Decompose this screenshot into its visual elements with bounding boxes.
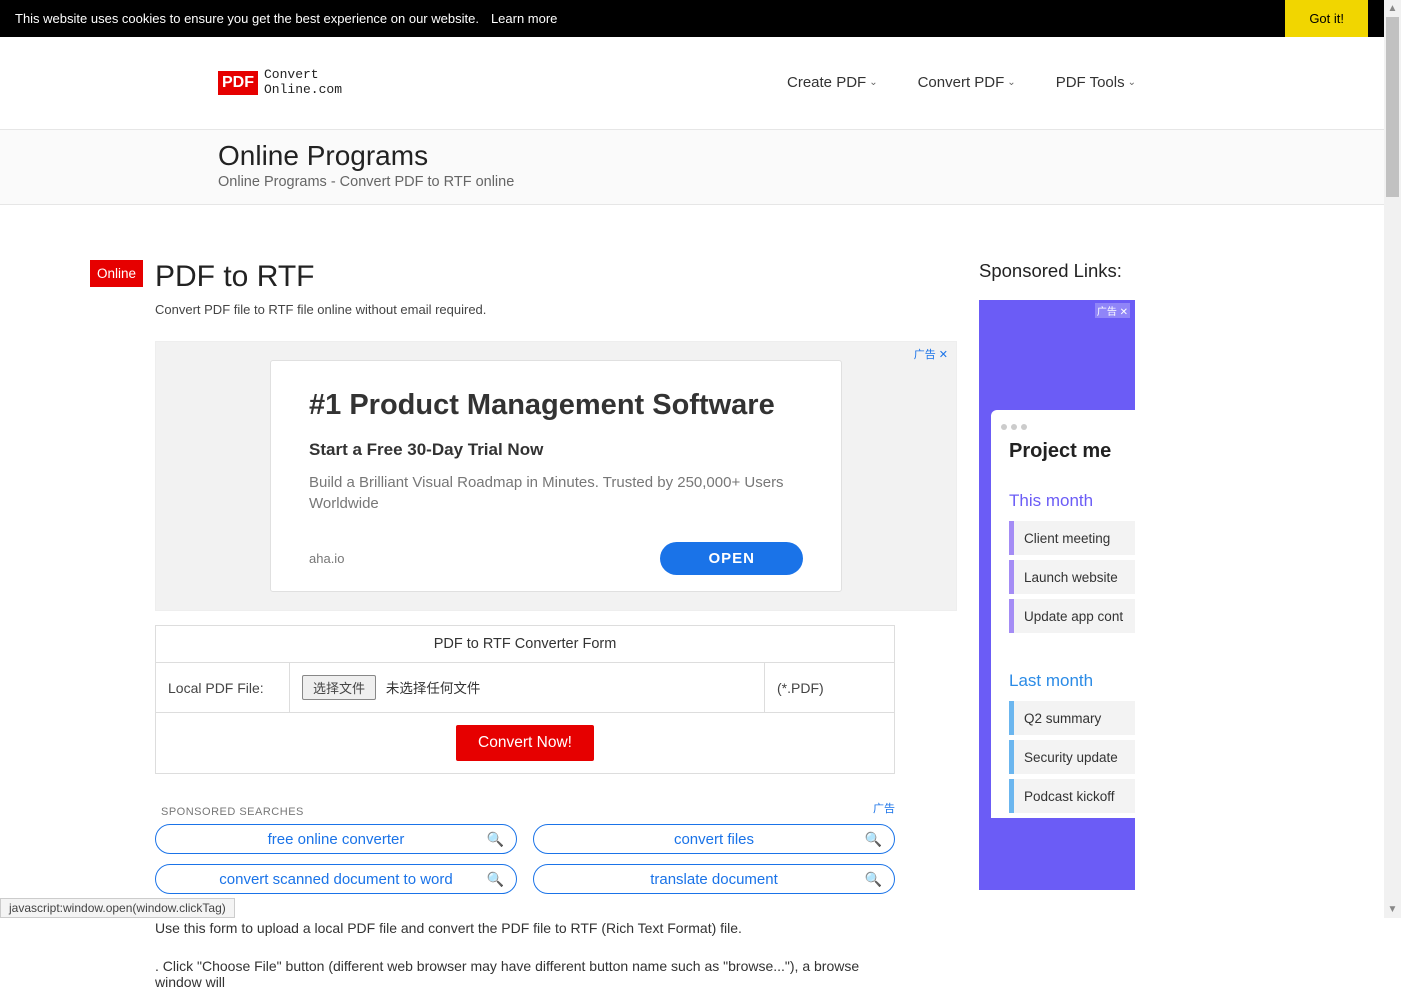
instructions-paragraph: Use this form to upload a local PDF file…: [155, 920, 895, 936]
inline-ad: 广告 ✕ #1 Product Management Software Star…: [155, 341, 957, 611]
sponsored-search-pill[interactable]: free online converter 🔍: [155, 824, 517, 854]
logo-text: Convert Online.com: [264, 68, 342, 97]
list-item: Security update: [1009, 740, 1135, 774]
sponsored-ad-tag: 广告: [873, 800, 895, 816]
cookie-banner: This website uses cookies to ensure you …: [0, 0, 1401, 37]
instructions-step: . Click "Choose File" button (different …: [155, 958, 895, 990]
sidebar: Sponsored Links: 广告 ✕ Project me This mo…: [979, 260, 1159, 990]
ad-app-title: Project me: [991, 440, 1135, 463]
scroll-down-arrow-icon[interactable]: ▼: [1384, 901, 1401, 918]
nav-convert-pdf-label: Convert PDF: [918, 74, 1005, 91]
sponsored-links-title: Sponsored Links:: [979, 260, 1159, 282]
list-item: Q2 summary: [1009, 701, 1135, 735]
ad-title: #1 Product Management Software: [309, 389, 803, 422]
ad-domain: aha.io: [309, 551, 344, 566]
main-column: Online PDF to RTF Convert PDF file to RT…: [155, 260, 957, 990]
choose-file-button[interactable]: 选择文件: [302, 675, 376, 700]
search-icon: 🔍: [487, 831, 504, 848]
list-item: Update app cont: [1009, 599, 1135, 633]
scrollbar-thumb[interactable]: [1386, 17, 1399, 197]
sponsored-search-pill[interactable]: convert files 🔍: [533, 824, 895, 854]
converter-form: PDF to RTF Converter Form Local PDF File…: [155, 625, 895, 774]
ad-card[interactable]: #1 Product Management Software Start a F…: [270, 360, 842, 592]
sponsored-searches-label: SPONSORED SEARCHES: [161, 806, 304, 818]
file-status-text: 未选择任何文件: [386, 681, 481, 696]
sponsored-search-text: convert files: [674, 831, 754, 848]
logo-text-line2: Online.com: [264, 83, 342, 97]
page-category-title: Online Programs: [218, 140, 1401, 172]
chevron-down-icon: ⌄: [869, 77, 877, 88]
logo-badge: PDF: [218, 71, 258, 95]
site-header: PDF Convert Online.com Create PDF ⌄ Conv…: [0, 37, 1401, 129]
site-logo[interactable]: PDF Convert Online.com: [218, 68, 342, 97]
list-item: Client meeting: [1009, 521, 1135, 555]
ad-description: Build a Brilliant Visual Roadmap in Minu…: [309, 472, 803, 514]
sidebar-ad[interactable]: 广告 ✕ Project me This month Client meetin…: [979, 300, 1135, 890]
ad-label[interactable]: 广告 ✕: [1095, 303, 1130, 318]
sponsored-search-pill[interactable]: convert scanned document to word 🔍: [155, 864, 517, 894]
chevron-down-icon: ⌄: [1007, 77, 1015, 88]
cookie-learn-more-link[interactable]: Learn more: [491, 11, 557, 26]
main-content: Online PDF to RTF Convert PDF file to RT…: [0, 205, 1401, 990]
browser-status-bar: javascript:window.open(window.clickTag): [0, 898, 235, 918]
form-file-extension: (*.PDF): [765, 663, 895, 713]
online-badge: Online: [90, 260, 143, 287]
nav-pdf-tools-label: PDF Tools: [1056, 74, 1125, 91]
ad-subtitle: Start a Free 30-Day Trial Now: [309, 440, 803, 460]
nav-convert-pdf[interactable]: Convert PDF ⌄: [918, 74, 1016, 91]
cookie-message: This website uses cookies to ensure you …: [15, 11, 479, 26]
cookie-accept-button[interactable]: Got it!: [1285, 0, 1368, 37]
vertical-scrollbar[interactable]: ▲ ▼: [1384, 0, 1401, 918]
search-icon: 🔍: [487, 871, 504, 888]
page-title: PDF to RTF: [155, 260, 957, 294]
sponsored-search-pill[interactable]: translate document 🔍: [533, 864, 895, 894]
breadcrumb: Online Programs Online Programs - Conver…: [0, 129, 1401, 205]
sponsored-search-text: free online converter: [268, 831, 405, 848]
page-description: Convert PDF file to RTF file online with…: [155, 302, 957, 317]
search-icon: 🔍: [865, 831, 882, 848]
breadcrumb-path: Online Programs - Convert PDF to RTF onl…: [218, 174, 1401, 190]
sponsored-search-text: convert scanned document to word: [219, 871, 452, 888]
ad-section-header: Last month: [1009, 671, 1135, 691]
nav-create-pdf[interactable]: Create PDF ⌄: [787, 74, 878, 91]
logo-text-line1: Convert: [264, 68, 342, 82]
form-header: PDF to RTF Converter Form: [156, 626, 895, 663]
search-icon: 🔍: [865, 871, 882, 888]
form-file-cell: 选择文件 未选择任何文件: [290, 663, 765, 713]
convert-now-button[interactable]: Convert Now!: [456, 725, 594, 761]
nav-create-pdf-label: Create PDF: [787, 74, 866, 91]
form-file-label: Local PDF File:: [156, 663, 290, 713]
list-item: Launch website: [1009, 560, 1135, 594]
chevron-down-icon: ⌄: [1128, 77, 1136, 88]
sponsored-search-text: translate document: [650, 871, 778, 888]
ad-app-mockup: Project me This month Client meeting Lau…: [991, 410, 1135, 818]
list-item: Podcast kickoff: [1009, 779, 1135, 813]
scroll-up-arrow-icon[interactable]: ▲: [1384, 0, 1401, 17]
nav-pdf-tools[interactable]: PDF Tools ⌄: [1056, 74, 1136, 91]
sponsored-searches: SPONSORED SEARCHES 广告 free online conver…: [155, 802, 895, 894]
ad-label[interactable]: 广告 ✕: [914, 346, 948, 362]
window-dots-icon: [991, 424, 1135, 440]
ad-section-header: This month: [1009, 491, 1135, 511]
main-nav: Create PDF ⌄ Convert PDF ⌄ PDF Tools ⌄: [787, 74, 1371, 91]
ad-open-button[interactable]: OPEN: [660, 542, 803, 575]
